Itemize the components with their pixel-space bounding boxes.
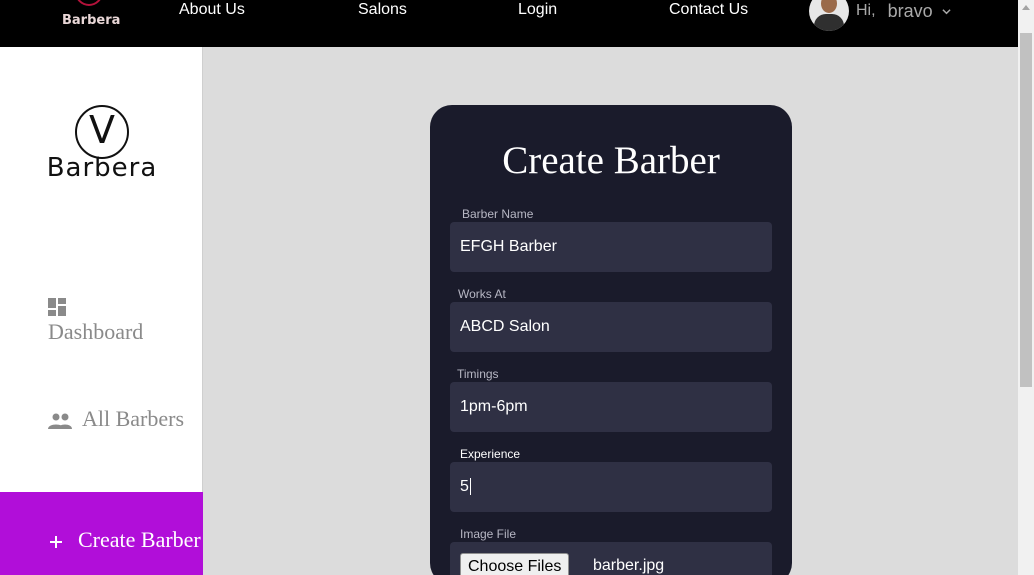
create-barber-form: Create Barber Barber Name EFGH Barber Wo…	[430, 105, 792, 575]
sidebar-item-create-barber[interactable]: Create Barber	[0, 492, 203, 575]
experience-value: 5	[460, 478, 469, 495]
sidebar: V Barbera Dashboard All Barbers Create B…	[0, 47, 203, 575]
sidebar-item-dashboard[interactable]: Dashboard	[48, 291, 198, 345]
experience-input[interactable]: 5	[450, 462, 772, 512]
user-menu[interactable]: Hi, bravo	[809, 0, 951, 32]
top-navbar: Barbera About Us Salons Login Contact Us…	[0, 0, 1018, 47]
experience-label: Experience	[460, 447, 521, 461]
timings-input[interactable]: 1pm-6pm	[450, 382, 772, 432]
page-title: Create Barber	[502, 139, 720, 182]
text-caret	[469, 478, 471, 496]
people-icon	[48, 413, 72, 429]
sidebar-item-all-barbers[interactable]: All Barbers	[48, 405, 198, 432]
plus-icon	[50, 535, 62, 548]
logo-mark: V	[89, 108, 115, 152]
sidebar-logo: V Barbera	[40, 104, 164, 183]
chevron-down-icon[interactable]	[941, 7, 951, 16]
timings-label: Timings	[457, 367, 499, 381]
image-file-label: Image File	[460, 527, 517, 541]
scroll-up-arrow-icon[interactable]	[1022, 5, 1030, 10]
choose-files-button[interactable]: Choose Files	[460, 553, 570, 575]
works-at-label: Works At	[458, 287, 506, 301]
logo-mark-icon	[75, 0, 103, 6]
sidebar-logo-text: Barbera	[46, 153, 158, 183]
greeting-text: Hi,	[856, 2, 876, 19]
brand-logo-text: Barbera	[62, 13, 121, 28]
selected-file-name: barber.jpg	[593, 557, 665, 574]
nav-link-login[interactable]: Login	[518, 1, 557, 19]
sidebar-item-label: Dashboard	[48, 319, 144, 344]
scrollbar-thumb[interactable]	[1020, 33, 1032, 387]
username-text: bravo	[887, 0, 933, 21]
dashboard-icon	[48, 297, 66, 316]
nav-link-about-us[interactable]: About Us	[179, 1, 245, 19]
brand-logo[interactable]: Barbera	[62, 0, 121, 32]
nav-link-contact-us[interactable]: Contact Us	[669, 1, 748, 19]
sidebar-item-label: All Barbers	[82, 406, 185, 431]
sidebar-item-label: Create Barber	[78, 527, 201, 552]
avatar[interactable]	[809, 0, 849, 31]
barber-name-label: Barber Name	[462, 207, 534, 221]
page-scrollbar[interactable]	[1018, 0, 1034, 575]
nav-link-salons[interactable]: Salons	[358, 1, 407, 19]
barber-name-input[interactable]: EFGH Barber	[450, 222, 772, 272]
works-at-input[interactable]: ABCD Salon	[450, 302, 772, 352]
image-file-input[interactable]: Choose Files barber.jpg	[450, 542, 772, 575]
